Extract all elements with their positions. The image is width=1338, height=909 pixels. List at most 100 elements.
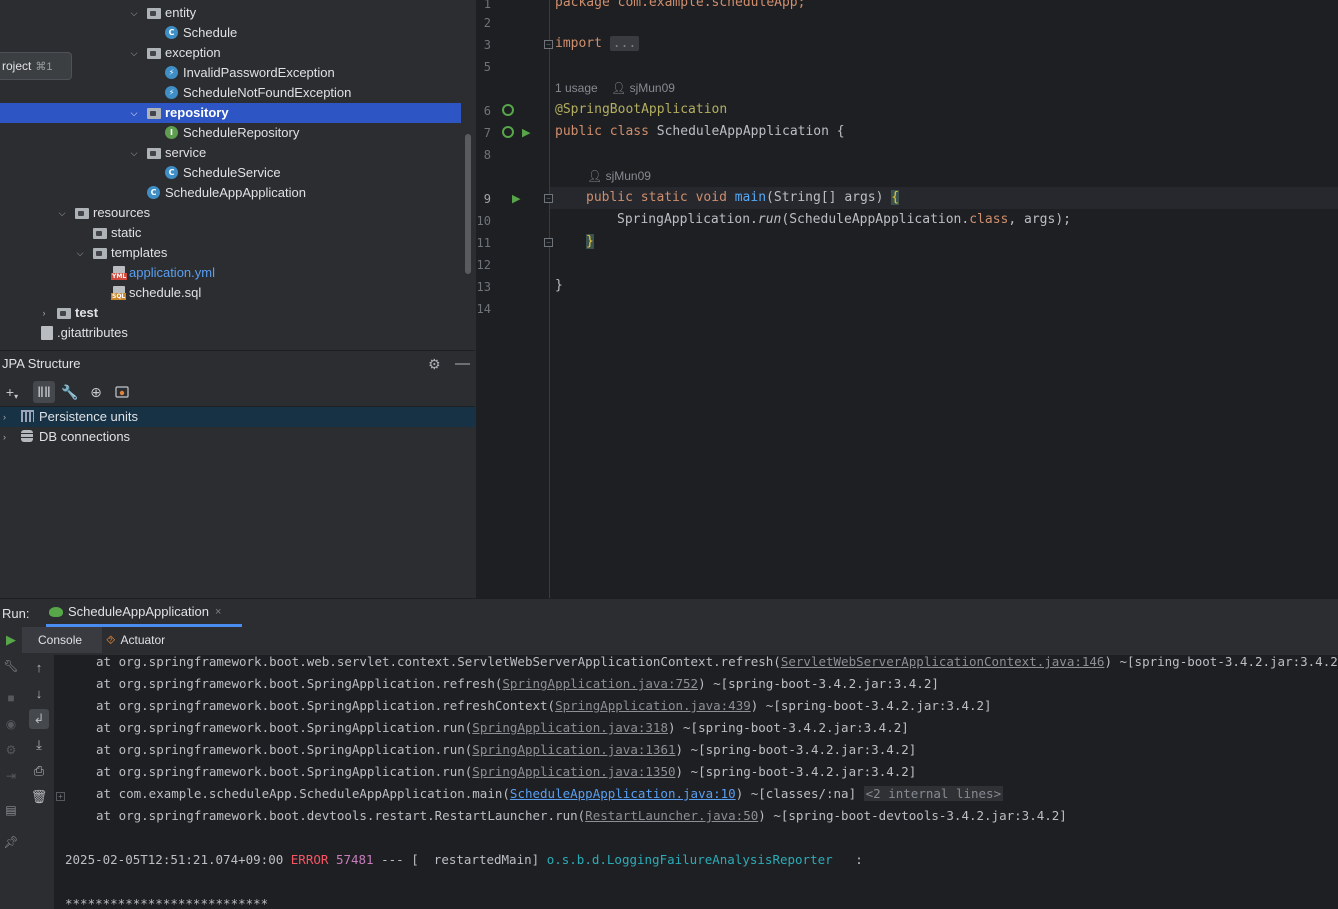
console-line: at org.springframework.boot.web.servlet.… [96, 655, 1338, 669]
code-line-9: public static void main(String[] args) { [586, 190, 900, 205]
spring-bean-icon[interactable] [502, 104, 514, 116]
run-config-tab[interactable]: ScheduleAppApplication × [46, 599, 242, 627]
stacktrace-link[interactable]: SpringApplication.java:318 [472, 720, 668, 735]
console-line: at com.example.scheduleApp.ScheduleAppAp… [96, 786, 1004, 801]
database-icon [21, 430, 35, 444]
spring-boot-class-icon: C [147, 186, 161, 200]
chevron-down-icon[interactable]: ⌵ [56, 203, 68, 223]
class-icon: C [165, 166, 179, 180]
tree-item-service[interactable]: ⌵ service [0, 143, 461, 163]
line-number: 8 [483, 148, 491, 162]
spring-bean-icon[interactable] [502, 126, 514, 138]
tree-item-schedule-repository[interactable]: I ScheduleRepository [0, 123, 461, 143]
columns-view-icon[interactable]: ⅡⅡ [33, 381, 55, 403]
tab-actuator[interactable]: ⯑ Actuator [104, 627, 194, 653]
run-label: Run: [2, 606, 30, 621]
settings-icon[interactable]: ⚙ [3, 742, 19, 758]
soft-wrap-icon[interactable]: ↲ [29, 709, 49, 729]
fold-icon[interactable]: − [544, 40, 553, 49]
jpa-structure-title: JPA Structure [2, 356, 81, 371]
tree-item-schedule-service[interactable]: C ScheduleService [0, 163, 461, 183]
view-diagram-icon[interactable] [111, 381, 133, 403]
tree-item-test[interactable]: › test [0, 303, 461, 323]
wrench-icon[interactable]: 🔧 [59, 381, 81, 403]
resources-folder-icon [75, 206, 89, 220]
minimize-icon[interactable]: — [455, 355, 470, 372]
run-left-toolbar: ▶ 🔧︎ ■ ◉ ⚙ ⇥ ▤ 📌︎ [0, 627, 22, 909]
stacktrace-link[interactable]: SpringApplication.java:1361 [472, 742, 675, 757]
print-icon[interactable]: ⎙ [29, 761, 49, 781]
tab-console[interactable]: Console [22, 627, 102, 653]
code-editor[interactable]: 1 2 3 5 6 7 8 9 10 11 12 13 14 ▶ ▶ − − −… [476, 0, 1338, 598]
exit-icon[interactable]: ⇥ [3, 768, 19, 784]
stacktrace-link[interactable]: SpringApplication.java:439 [555, 698, 751, 713]
internal-lines-fold[interactable]: <2 internal lines> [863, 786, 1004, 801]
stop-icon[interactable]: ■ [3, 690, 19, 706]
run-gutter-icon[interactable]: ▶ [522, 126, 530, 139]
code-line-1: package com.example.scheduleApp; [555, 0, 806, 10]
fold-icon[interactable]: + [56, 792, 65, 801]
tree-item-schedule-app-application[interactable]: C ScheduleAppApplication [0, 183, 461, 203]
arrow-up-icon[interactable]: ↑ [29, 657, 49, 677]
tree-item-static[interactable]: static [0, 223, 461, 243]
author-inlay[interactable]: 👤︎ sjMun09 [611, 81, 675, 95]
chevron-down-icon[interactable]: ⌵ [128, 103, 140, 123]
jpa-item-db-connections[interactable]: › DB connections [0, 427, 475, 447]
chevron-right-icon[interactable]: › [3, 412, 13, 422]
line-number: 9 [483, 192, 491, 206]
console-stars-line: *************************** [65, 896, 269, 909]
camera-icon[interactable]: ◉ [3, 716, 19, 732]
layout-icon[interactable]: ▤ [3, 802, 19, 818]
chevron-right-icon[interactable]: › [38, 303, 50, 323]
usages-inlay[interactable]: 1 usage [555, 81, 598, 95]
tree-item-resources[interactable]: ⌵ resources [0, 203, 461, 223]
folded-imports[interactable]: ... [609, 36, 640, 51]
wrench-icon[interactable]: 🔧︎ [3, 658, 19, 674]
close-icon[interactable]: × [215, 606, 221, 618]
pin-icon[interactable]: 📌︎ [3, 834, 19, 850]
line-number: 10 [476, 214, 491, 228]
stacktrace-link[interactable]: ScheduleAppApplication.java:10 [510, 786, 736, 801]
package-folder-icon [147, 46, 161, 60]
chevron-down-icon[interactable]: ⌵ [128, 43, 140, 63]
chevron-down-icon[interactable]: ⌵ [128, 3, 140, 23]
gear-icon[interactable]: ⚙ [428, 356, 441, 373]
class-icon: C [165, 26, 179, 40]
tree-item-templates[interactable]: ⌵ templates [0, 243, 461, 263]
console-output[interactable]: at org.springframework.boot.web.servlet.… [54, 655, 1338, 909]
jpa-structure-tool-window: JPA Structure ⚙ — + ▾ ⅡⅡ 🔧 ⊕ › Persistenc… [0, 350, 475, 598]
stacktrace-link[interactable]: RestartLauncher.java:50 [585, 808, 758, 823]
tree-item-schedule-not-found-exception[interactable]: ⚡ ScheduleNotFoundException [0, 83, 461, 103]
add-icon[interactable]: + ▾ [1, 381, 23, 403]
package-folder-icon [147, 6, 161, 20]
tree-item-schedule[interactable]: C Schedule [0, 23, 461, 43]
fold-icon[interactable]: − [544, 194, 553, 203]
rerun-icon[interactable]: ▶ [3, 632, 19, 648]
tree-item-schedule-sql[interactable]: SQL schedule.sql [0, 283, 461, 303]
project-tree-scrollbar[interactable] [465, 134, 471, 274]
jpa-item-persistence-units[interactable]: › Persistence units [0, 407, 475, 427]
arrow-down-icon[interactable]: ↓ [29, 683, 49, 703]
chevron-down-icon[interactable]: ⌵ [128, 143, 140, 163]
author-inlay[interactable]: 👤︎ sjMun09 [587, 169, 651, 183]
stacktrace-link[interactable]: SpringApplication.java:1350 [472, 764, 675, 779]
persistence-units-icon [21, 410, 35, 424]
code-line-10: SpringApplication.run(ScheduleAppApplica… [617, 212, 1071, 227]
run-gutter-icon[interactable]: ▶ [512, 192, 520, 205]
line-number: 5 [483, 60, 491, 74]
trash-icon[interactable]: 🗑︎ [29, 787, 49, 807]
tree-item-repository[interactable]: ⌵ repository [0, 103, 461, 123]
console-line: at org.springframework.boot.SpringApplic… [96, 764, 917, 779]
tree-item-gitattributes[interactable]: .gitattributes [0, 323, 461, 343]
chevron-right-icon[interactable]: › [3, 432, 13, 442]
stacktrace-link[interactable]: ServletWebServerApplicationContext.java:… [781, 655, 1105, 669]
yaml-file-icon: YML [111, 266, 128, 280]
tree-item-application-yml[interactable]: YML application.yml [0, 263, 461, 283]
scroll-to-end-icon[interactable]: ⤓ [29, 735, 49, 755]
stacktrace-link[interactable]: SpringApplication.java:752 [502, 676, 698, 691]
chevron-down-icon[interactable]: ⌵ [74, 243, 86, 263]
target-icon[interactable]: ⊕ [85, 381, 107, 403]
run-sub-tabs: Console ⯑ Actuator [22, 627, 1338, 653]
fold-icon[interactable]: − [544, 238, 553, 247]
tree-item-entity[interactable]: ⌵ entity [0, 3, 461, 23]
